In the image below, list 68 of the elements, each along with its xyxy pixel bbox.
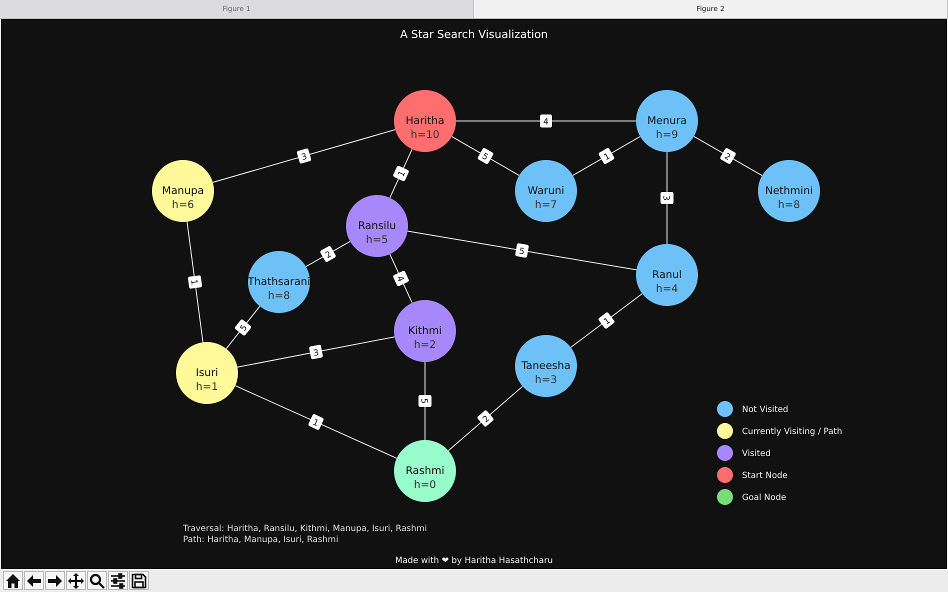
node-name: Manupa — [162, 185, 204, 197]
node-heuristic: h=9 — [656, 129, 678, 141]
node-heuristic: h=4 — [656, 283, 678, 295]
edge-weight-label: 1 — [308, 414, 324, 430]
save-button[interactable] — [129, 571, 149, 590]
sliders-icon — [110, 572, 126, 588]
home-icon — [5, 572, 21, 588]
node-name: Haritha — [406, 115, 444, 127]
save-icon — [131, 572, 147, 588]
back-arrow-icon — [26, 572, 42, 588]
path-text: Path: Haritha, Manupa, Isuri, Rashmi — [183, 535, 338, 545]
node-heuristic: h=8 — [778, 199, 800, 211]
edge-weight-label: 4 — [392, 270, 410, 287]
node-heuristic: h=6 — [172, 199, 194, 211]
node-name: Ranul — [652, 269, 682, 281]
edge-line — [693, 136, 763, 176]
edge-weight-label: 3 — [308, 344, 324, 360]
legend-label: Goal Node — [742, 493, 786, 503]
node-name: Nethmini — [765, 185, 813, 197]
edge-weight-label: 2 — [320, 245, 336, 263]
legend-label: Start Node — [742, 471, 788, 481]
edge-weight-label: 3 — [296, 148, 312, 164]
edge-weight-label: 2 — [720, 147, 736, 165]
footer-credit: Made with ❤ by Haritha Hasathcharu — [395, 556, 553, 566]
traversal-text: Traversal: Haritha, Ransilu, Kithmi, Manupa, Isuri, Rashmi — [183, 524, 428, 534]
back-arrow-button[interactable] — [24, 571, 44, 590]
edge-line — [451, 136, 520, 176]
legend-label: Not Visited — [742, 405, 788, 415]
node-heuristic: h=3 — [534, 374, 558, 386]
search-icon — [89, 572, 105, 588]
node-name: Isuri — [196, 367, 218, 379]
edge-weight-label: 5 — [477, 147, 494, 165]
node-heuristic: h=8 — [268, 290, 290, 302]
figure-title: A Star Search Visualization — [400, 28, 548, 41]
forward-arrow-icon — [47, 572, 63, 588]
node-name: Taneesha — [521, 360, 571, 372]
edge-weight-label: 1 — [598, 312, 616, 330]
edge-weight-label: 5 — [418, 395, 432, 407]
node-heuristic: h=0 — [414, 479, 436, 491]
edge-weight-label: 1 — [392, 165, 410, 182]
node-name: Rashmi — [406, 465, 444, 477]
legend-label: Currently Visiting / Path — [742, 427, 842, 437]
edge-weight-label: 1 — [188, 275, 202, 289]
forward-arrow-button[interactable] — [45, 571, 65, 590]
edge-weight-label: 3 — [660, 192, 674, 204]
node-heuristic: h=10 — [410, 129, 440, 141]
legend-label: Visited — [742, 449, 771, 459]
edge-weight-label: 2 — [476, 410, 494, 428]
node-name: Thathsarani — [248, 276, 310, 288]
node-name: Waruni — [528, 185, 564, 197]
move-button[interactable] — [66, 571, 86, 590]
edge-weight-label: 4 — [540, 114, 552, 128]
node-name: Kithmi — [408, 325, 442, 337]
node-heuristic: h=7 — [534, 199, 558, 211]
node-name: Ransilu — [358, 220, 396, 232]
edge-line — [572, 136, 641, 176]
edge-line — [305, 240, 351, 268]
node-heuristic: h=2 — [414, 339, 436, 351]
edge-weight-label: 1 — [598, 147, 615, 165]
edge-weight-label: 5 — [234, 318, 252, 336]
sliders-button[interactable] — [108, 571, 128, 590]
node-heuristic: h=1 — [196, 381, 218, 393]
home-button[interactable] — [3, 571, 23, 590]
node-name: Menura — [647, 115, 687, 127]
node-heuristic: h=5 — [366, 234, 388, 246]
search-button[interactable] — [87, 571, 107, 590]
move-icon — [68, 572, 84, 588]
edge-weight-label: 5 — [515, 243, 529, 258]
